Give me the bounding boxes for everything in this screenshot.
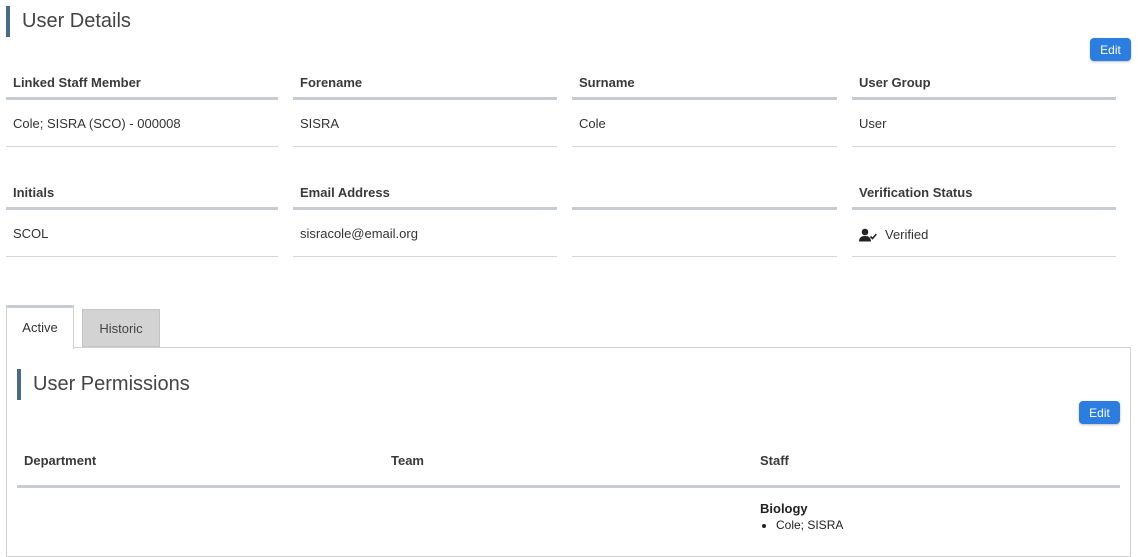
edit-permissions-button[interactable]: Edit: [1079, 401, 1120, 424]
list-item: Cole; SISRA: [776, 516, 843, 534]
field-value: Cole; SISRA (SCO) - 000008: [6, 103, 278, 147]
field-value: sisracole@email.org: [293, 213, 557, 257]
field-value: Cole: [572, 103, 837, 147]
field-label: Initials: [6, 175, 278, 210]
field-value: [572, 213, 837, 257]
verification-status-value: Verified: [852, 213, 1116, 257]
edit-user-details-button[interactable]: Edit: [1090, 38, 1131, 61]
field-label: Email Address: [293, 175, 557, 210]
staff-list: Cole; SISRA: [760, 516, 843, 534]
field-value: SCOL: [6, 213, 278, 257]
field-label: Linked Staff Member: [6, 65, 278, 100]
permissions-title: User Permissions: [17, 369, 190, 400]
page-title: User Details: [6, 6, 131, 37]
field-label: User Group: [852, 65, 1116, 100]
field-value: User: [852, 103, 1116, 147]
verification-status-text: Verified: [885, 226, 929, 242]
field-label: [572, 175, 837, 210]
field-label: Verification Status: [852, 175, 1116, 210]
column-header-staff: Staff: [760, 453, 789, 468]
field-value: SISRA: [293, 103, 557, 147]
user-check-icon: [859, 228, 877, 242]
tab-active[interactable]: Active: [6, 305, 74, 349]
tab-historic[interactable]: Historic: [82, 309, 160, 347]
column-header-department: Department: [24, 453, 97, 468]
column-header-team: Team: [391, 453, 424, 468]
field-label: Surname: [572, 65, 837, 100]
field-label: Forename: [293, 65, 557, 100]
table-header-divider: [17, 485, 1120, 488]
